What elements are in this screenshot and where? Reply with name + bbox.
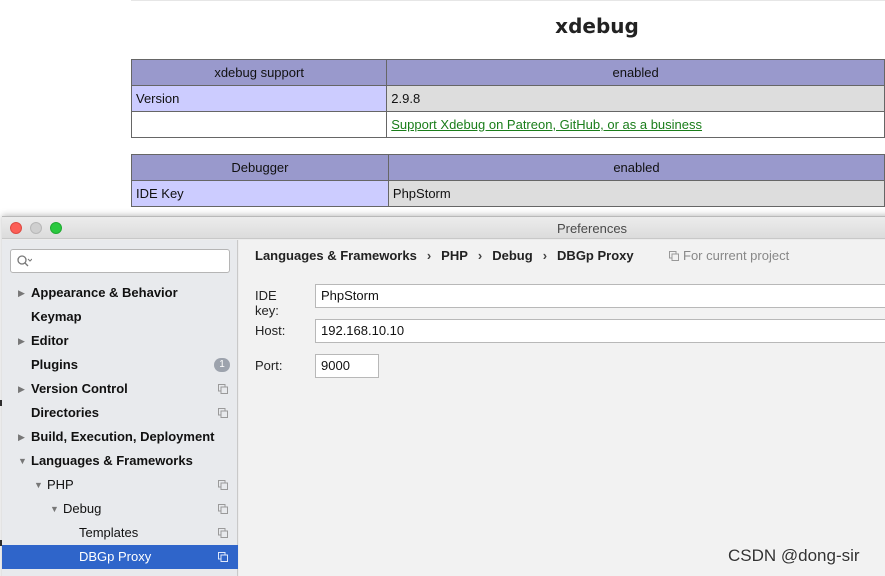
expanded-arrow-icon[interactable]: ▼ bbox=[34, 473, 43, 497]
table-value-cell: PhpStorm bbox=[387, 180, 885, 207]
project-scope-icon bbox=[218, 552, 228, 562]
sidebar-item-label: Templates bbox=[79, 525, 139, 540]
sidebar-item-label: Languages & Frameworks bbox=[31, 453, 193, 468]
port-field[interactable]: 9000 bbox=[315, 354, 379, 378]
table-header-row: xdebug support enabled bbox=[130, 59, 885, 86]
breadcrumb-separator: › bbox=[477, 248, 483, 263]
sidebar-item[interactable]: ▼ Languages & Frameworks bbox=[2, 449, 238, 473]
debugger-table: Debugger enabled IDE Key PhpStorm bbox=[131, 154, 885, 207]
project-scope-icon bbox=[218, 408, 228, 418]
table-row: IDE Key PhpStorm bbox=[131, 180, 885, 207]
project-scope-icon bbox=[218, 480, 228, 490]
sidebar-item[interactable]: ▶ Editor bbox=[2, 329, 238, 353]
project-scope-icon bbox=[218, 504, 228, 514]
update-count-badge: 1 bbox=[214, 358, 230, 372]
window-titlebar[interactable]: Preferences bbox=[2, 217, 885, 239]
settings-sidebar: ▶ Appearance & Behavior Keymap ▶ Editor Plugi… bbox=[2, 240, 238, 576]
sidebar-item-label: Appearance & Behavior bbox=[31, 285, 178, 300]
settings-search-input[interactable] bbox=[10, 249, 230, 273]
sidebar-item[interactable]: Templates bbox=[2, 521, 238, 545]
sidebar-item[interactable]: Keymap bbox=[2, 305, 238, 329]
sidebar-item-label: Directories bbox=[31, 405, 99, 420]
phpinfo-page: xdebug xdebug support enabled Version 2.… bbox=[0, 0, 885, 216]
sidebar-item-label: Build, Execution, Deployment bbox=[31, 429, 215, 444]
sidebar-item[interactable]: ▶ Appearance & Behavior bbox=[2, 281, 238, 305]
expanded-arrow-icon[interactable]: ▼ bbox=[50, 497, 59, 521]
window-title: Preferences bbox=[556, 221, 628, 236]
sidebar-item[interactable]: DBGp Proxy bbox=[2, 545, 238, 569]
scope-indicator: For current project bbox=[669, 248, 789, 263]
table-header-cell: Debugger bbox=[131, 154, 389, 181]
collapsed-arrow-icon[interactable]: ▶ bbox=[18, 329, 25, 353]
search-icon bbox=[17, 255, 32, 267]
sidebar-item-label: DBGp Proxy bbox=[79, 549, 152, 564]
sidebar-item[interactable]: ▶ Version Control bbox=[2, 377, 238, 401]
table-row: Support Xdebug on Patreon, GitHub, or as… bbox=[130, 111, 885, 138]
project-scope-icon bbox=[669, 251, 679, 261]
table-header-row: Debugger enabled bbox=[131, 154, 885, 181]
sidebar-item-label: Debug bbox=[63, 501, 102, 516]
section-title: xdebug bbox=[555, 14, 639, 38]
sidebar-item-label: Plugins bbox=[31, 357, 78, 372]
table-header-cell: enabled bbox=[386, 59, 885, 86]
sidebar-item[interactable]: ▼ PHP bbox=[2, 473, 238, 497]
table-key-cell: IDE Key bbox=[131, 180, 389, 207]
settings-content-panel: Languages & Frameworks › PHP › Debug › DBGp Pr… bbox=[239, 240, 885, 576]
breadcrumb-item[interactable]: Languages & Frameworks bbox=[255, 248, 417, 263]
breadcrumb-separator: › bbox=[542, 248, 548, 263]
page-divider bbox=[131, 0, 885, 1]
sidebar-item[interactable]: Plugins 1 bbox=[2, 353, 238, 377]
host-field[interactable]: 192.168.10.10 bbox=[315, 319, 885, 343]
sidebar-item-label: Editor bbox=[31, 333, 69, 348]
table-header-cell: enabled bbox=[387, 154, 885, 181]
sidebar-item-label: Keymap bbox=[31, 309, 82, 324]
breadcrumb-separator: › bbox=[426, 248, 432, 263]
collapsed-arrow-icon[interactable]: ▶ bbox=[18, 377, 25, 401]
collapsed-arrow-icon[interactable]: ▶ bbox=[18, 281, 25, 305]
scope-label: For current project bbox=[683, 248, 790, 263]
breadcrumb: Languages & Frameworks › PHP › Debug › DBGp Pr… bbox=[255, 248, 634, 263]
table-value-cell: 2.9.8 bbox=[386, 85, 885, 112]
xdebug-support-table: xdebug support enabled Version 2.9.8 Sup… bbox=[130, 59, 885, 138]
table-key-cell: Version bbox=[130, 85, 388, 112]
sidebar-item[interactable]: ▼ Debug bbox=[2, 497, 238, 521]
port-label: Port: bbox=[255, 358, 283, 373]
preferences-window: Preferences ▶ Appearance & Behavior Keymap… bbox=[2, 216, 885, 576]
table-row: Version 2.9.8 bbox=[130, 85, 885, 112]
ide-key-field[interactable]: PhpStorm bbox=[315, 284, 885, 308]
collapsed-arrow-icon[interactable]: ▶ bbox=[18, 425, 25, 449]
breadcrumb-item[interactable]: DBGp Proxy bbox=[557, 248, 634, 263]
host-label: Host: bbox=[255, 323, 286, 338]
sidebar-item[interactable]: ▶ Build, Execution, Deployment bbox=[2, 425, 238, 449]
support-link[interactable]: Support Xdebug on Patreon, GitHub, or as… bbox=[391, 117, 702, 132]
table-header-cell: xdebug support bbox=[130, 59, 388, 86]
expanded-arrow-icon[interactable]: ▼ bbox=[18, 449, 27, 473]
breadcrumb-item[interactable]: PHP bbox=[441, 248, 468, 263]
breadcrumb-item[interactable]: Debug bbox=[492, 248, 532, 263]
sidebar-item-label: PHP bbox=[47, 477, 74, 492]
watermark: CSDN @dong-sir bbox=[728, 546, 860, 565]
support-link-cell: Support Xdebug on Patreon, GitHub, or as… bbox=[386, 111, 885, 138]
project-scope-icon bbox=[218, 384, 228, 394]
project-scope-icon bbox=[218, 528, 228, 538]
ide-key-label: IDE key: bbox=[255, 288, 279, 318]
sidebar-item-label: Version Control bbox=[31, 381, 128, 396]
sidebar-item[interactable]: Directories bbox=[2, 401, 238, 425]
